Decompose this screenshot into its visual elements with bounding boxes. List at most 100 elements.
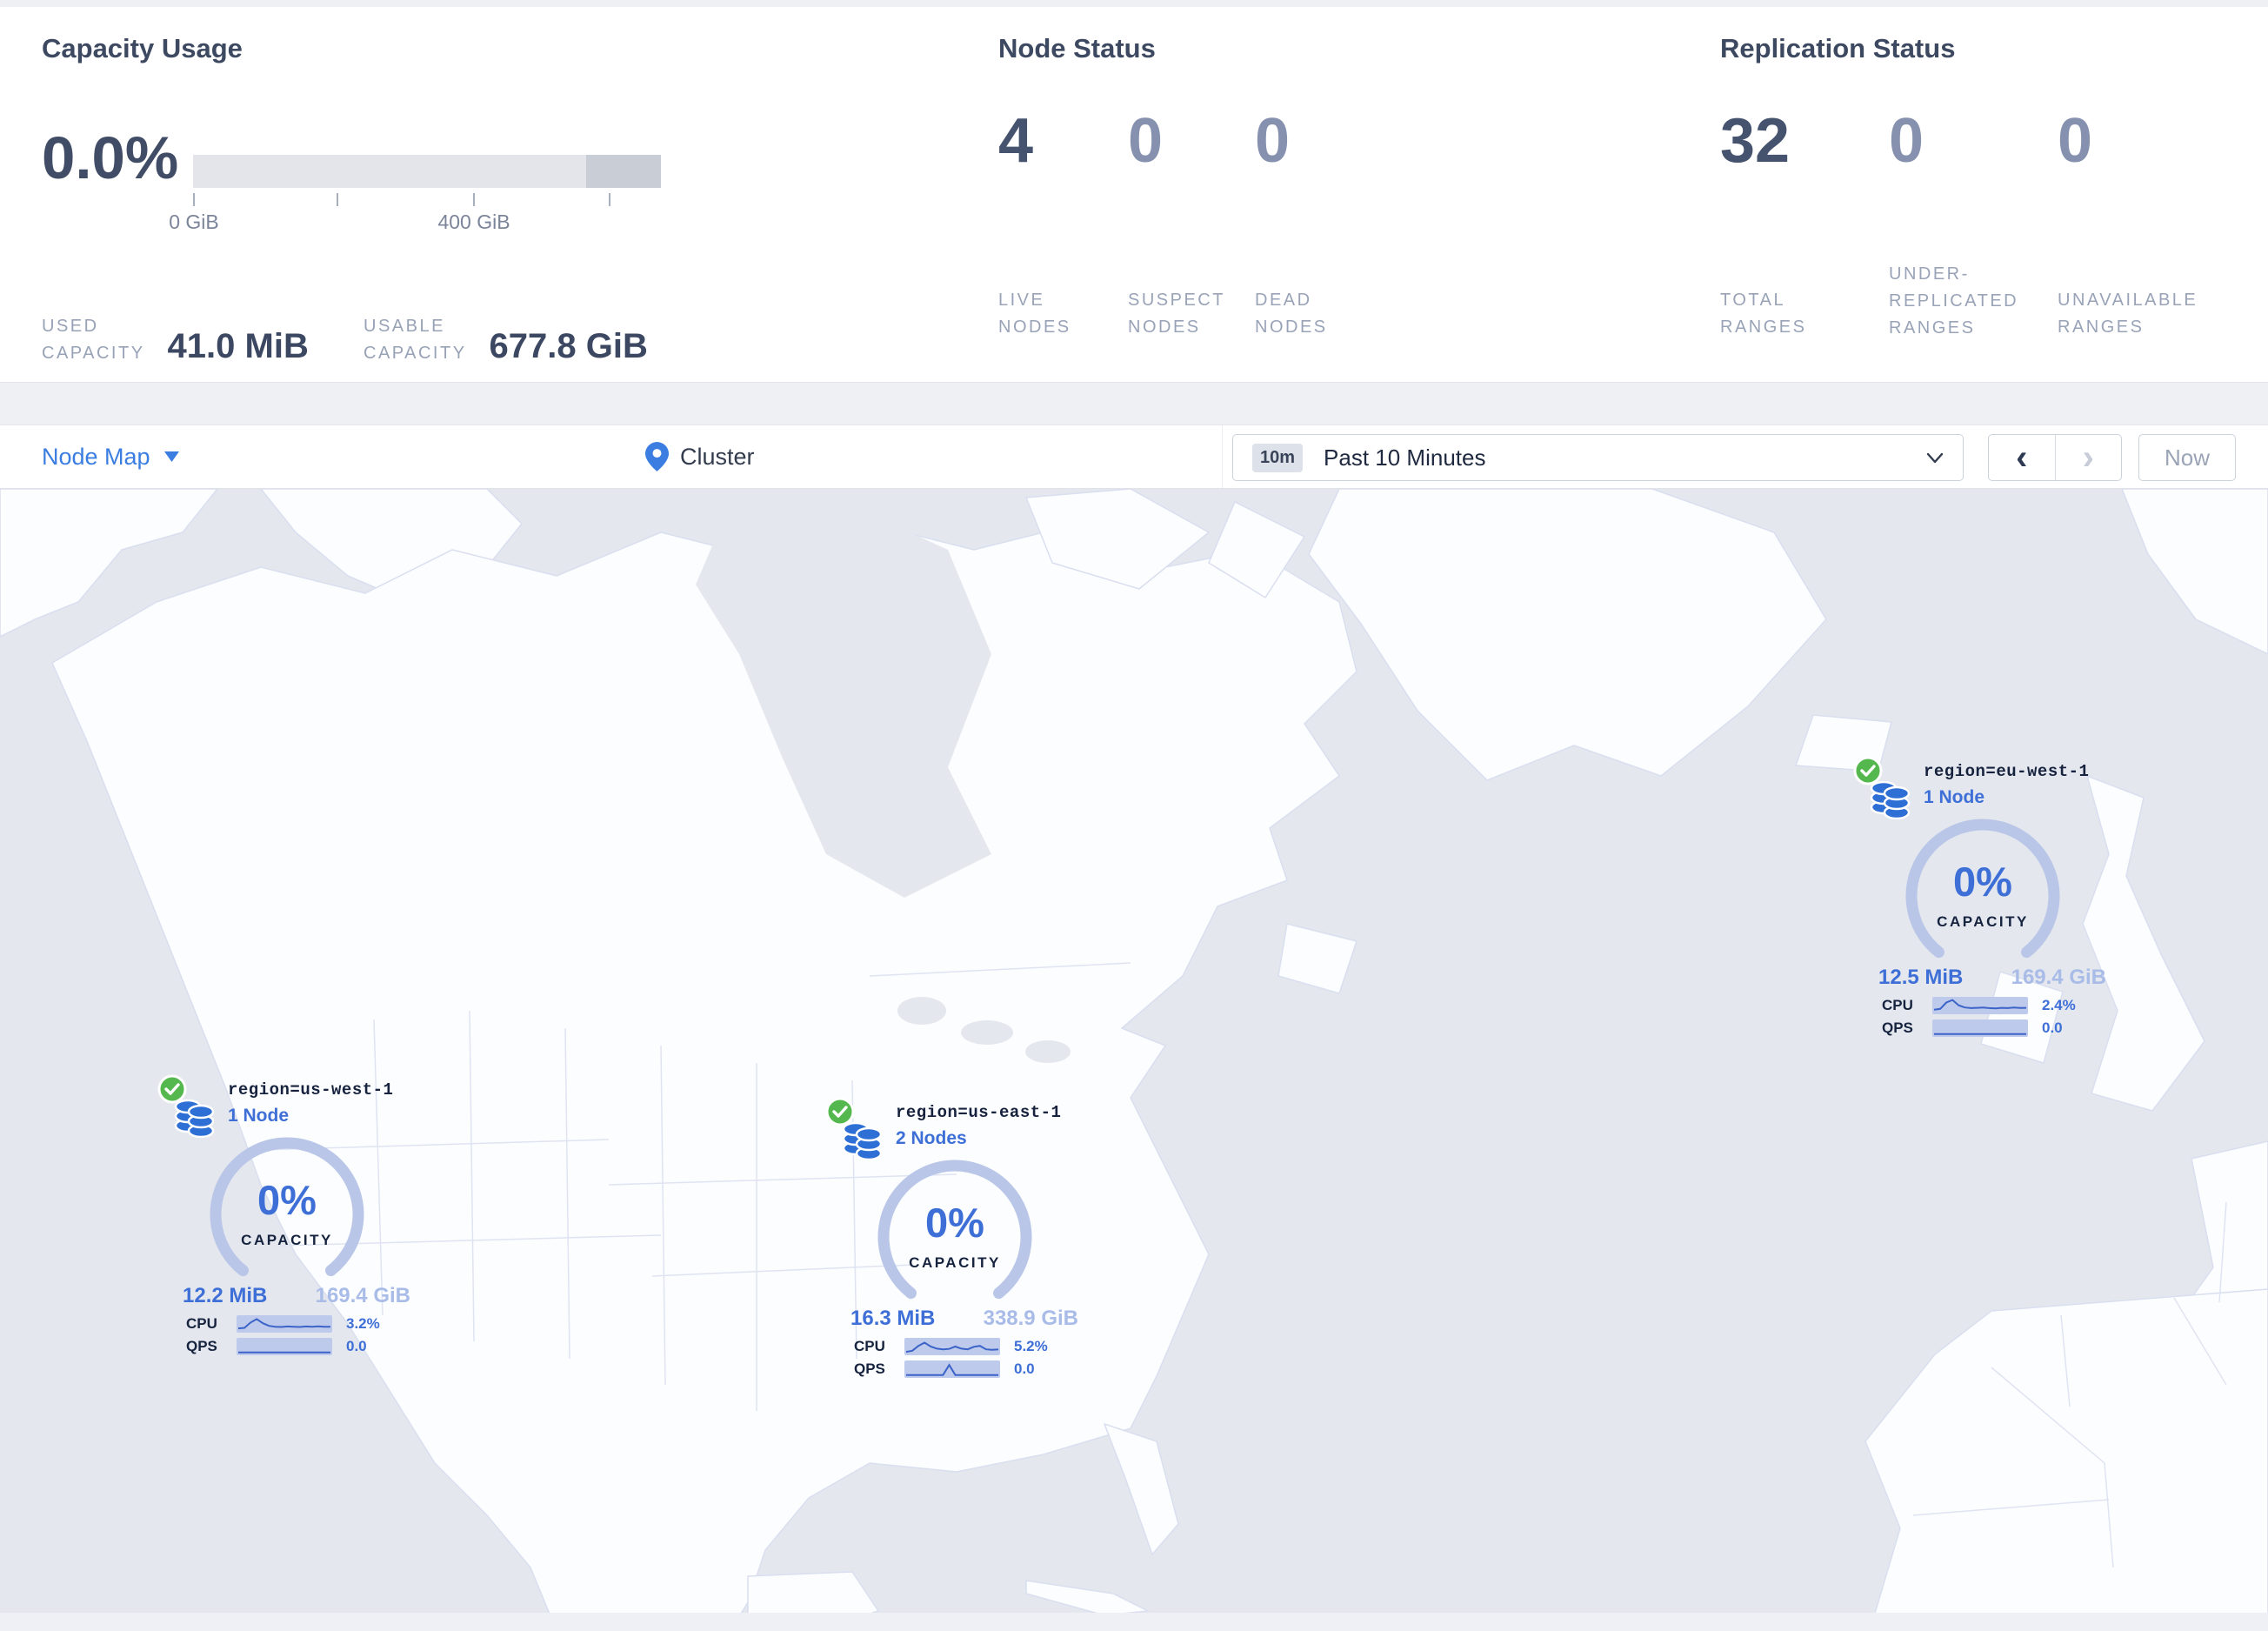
cpu-sparkline — [1932, 997, 2028, 1014]
marker-titles: region=us-east-1 2 Nodes — [896, 1103, 1061, 1149]
node-count-link[interactable]: 1 Node — [1924, 787, 2089, 808]
capacity-gauge: 0% CAPACITY — [191, 1134, 383, 1280]
total-capacity: 338.9 GiB — [983, 1307, 1078, 1330]
dropdown-caret-icon — [163, 451, 179, 462]
capacity-bar — [193, 155, 661, 188]
cluster-summary-card: Capacity Usage 0.0% 0 GiB 400 GiB USED C… — [0, 7, 2268, 383]
capacity-percent: 0% — [257, 1177, 317, 1223]
cpu-label: CPU — [854, 1338, 885, 1354]
qps-row: QPS 0.0 — [186, 1338, 417, 1355]
total-ranges-label: TOTAL RANGES — [1720, 291, 1807, 337]
capacity-values: 12.2 MiB 169.4 GiB — [183, 1284, 410, 1308]
cpu-row: CPU 5.2% — [854, 1338, 1085, 1355]
time-step-forward-button[interactable]: › — [2056, 435, 2122, 480]
now-button[interactable]: Now — [2138, 434, 2236, 481]
used-capacity-value: 41.0 MiB — [167, 327, 309, 365]
qps-row: QPS 0.0 — [1882, 1019, 2113, 1037]
region-marker-us-west-1[interactable]: region=us-west-1 1 Node 0% CAPACITY 12.2… — [157, 1072, 417, 1355]
capacity-tick — [609, 193, 610, 206]
time-range-dropdown[interactable]: 10m Past 10 Minutes — [1232, 434, 1964, 481]
usable-capacity-value: 677.8 GiB — [489, 327, 648, 365]
map-toolbar: Node Map Cluster 10m Past 10 Minutes ‹ ›… — [0, 424, 2268, 489]
replication-status-title: Replication Status — [1720, 33, 1956, 64]
live-nodes-value: 4 — [998, 106, 1034, 176]
capacity-caption: CAPACITY — [1937, 913, 2029, 930]
database-stack-icon — [174, 1099, 215, 1138]
region-marker-us-east-1[interactable]: region=us-east-1 2 Nodes 0% CAPACITY 16.… — [824, 1094, 1085, 1378]
cpu-value: 5.2% — [1014, 1338, 1048, 1354]
marker-titles: region=us-west-1 1 Node — [228, 1080, 393, 1126]
capacity-caption: CAPACITY — [909, 1254, 1001, 1271]
capacity-tick — [337, 193, 338, 206]
usable-capacity: USABLE CAPACITY 677.8 GiB — [364, 313, 648, 367]
capacity-gauge: 0% CAPACITY — [1887, 816, 2078, 962]
live-nodes-label: LIVE NODES — [998, 291, 1071, 337]
capacity-values: 16.3 MiB 338.9 GiB — [850, 1307, 1078, 1331]
qps-row: QPS 0.0 — [854, 1360, 1085, 1378]
view-selector-dropdown[interactable]: Node Map — [42, 425, 179, 488]
world-map — [0, 489, 2268, 1631]
total-capacity: 169.4 GiB — [2011, 966, 2106, 989]
used-capacity-label: USED CAPACITY — [42, 317, 145, 363]
qps-label: QPS — [186, 1338, 217, 1354]
database-stack-icon — [1870, 780, 1911, 819]
cpu-row: CPU 2.4% — [1882, 997, 2113, 1014]
unavailable-label: UNAVAILABLE RANGES — [2058, 291, 2198, 337]
usable-capacity-label: USABLE CAPACITY — [364, 317, 467, 363]
capacity-caption: CAPACITY — [241, 1232, 333, 1248]
dead-nodes-value: 0 — [1255, 106, 1291, 176]
toolbar-divider — [1222, 425, 1223, 488]
marker-header: region=eu-west-1 1 Node — [1852, 753, 2113, 819]
node-status-title: Node Status — [998, 33, 1156, 64]
suspect-nodes-value: 0 — [1128, 106, 1164, 176]
database-stack-icon — [842, 1121, 883, 1160]
under-replicated-value: 0 — [1889, 106, 1924, 176]
qps-value: 0.0 — [2042, 1019, 2063, 1036]
unavailable-value: 0 — [2058, 106, 2093, 176]
region-name: region=us-west-1 — [228, 1080, 394, 1100]
view-selector-label: Node Map — [42, 443, 150, 470]
great-lake — [897, 997, 946, 1025]
capacity-percent: 0% — [925, 1200, 984, 1246]
node-count-link[interactable]: 2 Nodes — [896, 1128, 1061, 1149]
node-status-section: Node Status 4 LIVE NODES 0 SUSPECT NODES… — [998, 33, 1607, 337]
qps-sparkline — [237, 1338, 332, 1355]
capacity-tick-label: 0 GiB — [169, 211, 219, 233]
used-capacity: 16.3 MiB — [850, 1307, 936, 1330]
under-replicated-label: UNDER- REPLICATED RANGES — [1889, 264, 2019, 338]
used-capacity: 12.2 MiB — [183, 1284, 268, 1307]
map-pin-icon — [645, 442, 669, 471]
time-step-back-button[interactable]: ‹ — [1989, 435, 2056, 480]
replication-status-section: Replication Status 32 TOTAL RANGES 0 UND… — [1720, 33, 2268, 338]
qps-value: 0.0 — [1014, 1360, 1035, 1377]
region-marker-eu-west-1[interactable]: region=eu-west-1 1 Node 0% CAPACITY 12.5… — [1852, 753, 2113, 1037]
time-range-label: Past 10 Minutes — [1324, 444, 1486, 471]
capacity-bar-reserved-segment — [585, 155, 661, 188]
breadcrumb-label: Cluster — [680, 443, 755, 470]
capacity-usage-title: Capacity Usage — [42, 33, 243, 64]
time-range-badge: 10m — [1252, 443, 1304, 472]
marker-header: region=us-east-1 2 Nodes — [824, 1094, 1085, 1160]
time-step-controls: ‹ › — [1988, 434, 2122, 481]
total-ranges-value: 32 — [1720, 106, 1791, 176]
capacity-tick — [193, 193, 195, 206]
qps-value: 0.0 — [346, 1338, 367, 1354]
cpu-value: 3.2% — [346, 1315, 380, 1332]
capacity-tick — [473, 193, 475, 206]
cpu-value: 2.4% — [2042, 997, 2076, 1013]
capacity-usage-section: Capacity Usage 0.0% 0 GiB 400 GiB USED C… — [42, 33, 911, 365]
capacity-values: 12.5 MiB 169.4 GiB — [1878, 966, 2106, 990]
capacity-percent: 0% — [1953, 859, 2012, 905]
qps-sparkline — [904, 1360, 1000, 1378]
used-capacity: 12.5 MiB — [1878, 966, 1964, 989]
capacity-tick-label: 400 GiB — [437, 211, 510, 233]
qps-label: QPS — [854, 1360, 885, 1377]
qps-label: QPS — [1882, 1019, 1913, 1036]
map-bottom-strip — [0, 1613, 2268, 1631]
total-capacity: 169.4 GiB — [315, 1284, 410, 1307]
cpu-label: CPU — [1882, 997, 1913, 1013]
cpu-row: CPU 3.2% — [186, 1315, 417, 1333]
qps-sparkline — [1932, 1019, 2028, 1037]
breadcrumb[interactable]: Cluster — [645, 425, 755, 488]
node-count-link[interactable]: 1 Node — [228, 1106, 393, 1126]
